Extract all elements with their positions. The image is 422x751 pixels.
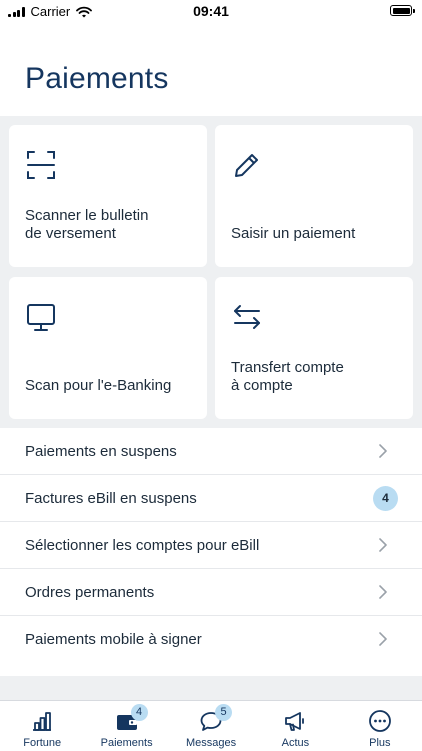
tab-label: Paiements <box>100 737 153 749</box>
tab-label: Actus <box>281 737 310 749</box>
enter-payment-card[interactable]: Saisir un paiement <box>215 125 413 267</box>
payment-options-list: Paiements en suspens Factures eBill en s… <box>0 428 422 662</box>
card-label: Saisir un paiement <box>231 225 356 242</box>
list-item-select-ebill-accounts[interactable]: Sélectionner les comptes pour eBill <box>0 522 422 569</box>
pencil-icon <box>235 154 258 177</box>
monitor-icon <box>27 304 55 331</box>
tab-fortune[interactable]: Fortune <box>0 701 84 751</box>
tab-label: Messages <box>185 737 237 749</box>
chevron-right-icon <box>379 444 387 458</box>
chevron-right-icon <box>379 585 387 599</box>
tab-payments[interactable]: 4 Paiements <box>84 701 168 751</box>
transfer-arrows-icon <box>234 305 260 329</box>
chevron-right-icon <box>379 632 387 646</box>
list-item-label: Factures eBill en suspens <box>25 490 197 507</box>
list-item-label: Ordres permanents <box>25 584 155 601</box>
list-item-label: Sélectionner les comptes pour eBill <box>25 537 260 554</box>
scan-payment-slip-card[interactable]: Scanner le bulletin de versement <box>9 125 207 267</box>
tab-news[interactable]: Actus <box>253 701 337 751</box>
tab-messages[interactable]: 5 Messages <box>169 701 253 751</box>
ebanking-scan-card[interactable]: Scan pour l'e-Banking <box>9 277 207 419</box>
count-badge: 4 <box>373 486 398 511</box>
action-grid: Scanner le bulletin de versement Saisir … <box>0 116 422 428</box>
battery-icon <box>390 5 415 16</box>
chevron-right-icon <box>379 538 387 552</box>
list-item-pending-ebills[interactable]: Factures eBill en suspens 4 <box>0 475 422 522</box>
tab-bar: Fortune 4 Paiements 5 Messages Actus Plu… <box>0 700 422 751</box>
more-dots-icon <box>368 710 391 732</box>
bar-chart-icon <box>33 712 52 731</box>
list-item-label: Paiements en suspens <box>25 443 177 460</box>
tab-more[interactable]: Plus <box>338 701 422 751</box>
status-bar: Carrier 09:41 <box>0 0 422 22</box>
scan-icon <box>27 151 55 179</box>
account-transfer-card[interactable]: Transfert compte à compte <box>215 277 413 419</box>
card-label: Scanner le bulletin de versement <box>25 207 149 242</box>
card-label: Transfert compte à compte <box>231 359 344 394</box>
megaphone-icon <box>285 712 305 731</box>
messages-badge: 5 <box>215 704 233 721</box>
list-item-standing-orders[interactable]: Ordres permanents <box>0 569 422 616</box>
status-time: 09:41 <box>193 3 229 19</box>
tab-label: Fortune <box>23 737 62 749</box>
list-item-label: Paiements mobile à signer <box>25 631 202 648</box>
payments-badge: 4 <box>130 704 148 721</box>
page-title: Paiements <box>25 62 169 95</box>
card-label: Scan pour l'e-Banking <box>25 377 172 394</box>
tab-label: Plus <box>369 737 391 749</box>
list-item-mobile-payments-to-sign[interactable]: Paiements mobile à signer <box>0 616 422 662</box>
content-footer-spacer <box>0 676 422 700</box>
list-item-pending-payments[interactable]: Paiements en suspens <box>0 428 422 475</box>
